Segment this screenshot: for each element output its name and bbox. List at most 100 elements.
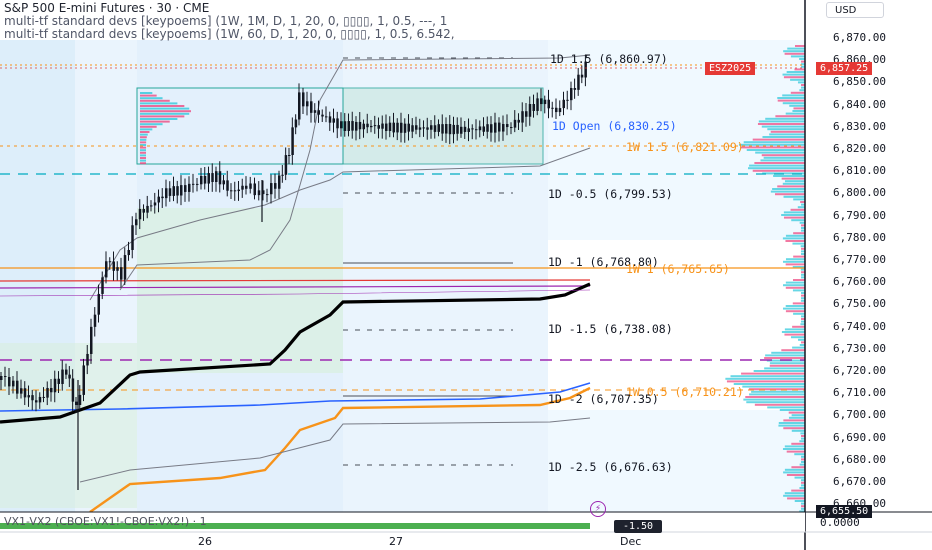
volume-profile-bar [783, 216, 805, 219]
candle-body [456, 124, 459, 134]
candle-body [302, 92, 305, 107]
volume-profile-bar [140, 107, 190, 110]
candle-body [418, 127, 422, 130]
price-tick-label: 6,750.00 [833, 297, 886, 311]
volume-profile-bar [779, 409, 805, 411]
candle-body [433, 125, 437, 132]
candle-body [112, 261, 115, 271]
volume-profile-bar [794, 476, 805, 479]
volume-profile-bar [749, 164, 805, 167]
candle-body [288, 154, 291, 156]
volume-profile-bar [785, 286, 805, 289]
candle-body [172, 186, 175, 196]
volume-profile-bar [783, 419, 805, 422]
symbol-title[interactable]: S&P 500 E-mini Futures · 30 · CME [4, 1, 209, 15]
candle-body [521, 111, 524, 123]
candle-body [373, 125, 377, 127]
volume-profile-bar [784, 492, 805, 495]
candle-body [241, 185, 244, 190]
volume-profile-bar [765, 117, 805, 120]
candle-body [558, 108, 562, 113]
volume-profile-bar [747, 167, 805, 170]
candle-body [478, 126, 482, 131]
volume-profile-bar [771, 351, 805, 354]
subpane-value-tag: -1.50 [614, 520, 662, 533]
candle-body [298, 92, 301, 120]
volume-profile-bar [794, 45, 805, 47]
volume-profile-bar [799, 89, 805, 92]
candle-body [93, 314, 97, 327]
candle-body [150, 205, 153, 207]
candle-body [35, 400, 38, 403]
volume-profile-bar [140, 112, 190, 115]
volume-profile-bar [783, 494, 805, 497]
volume-profile-bar [786, 474, 805, 476]
price-tick-label: 6,820.00 [833, 142, 886, 155]
price-tick-label: 6,690.00 [833, 430, 886, 444]
subpane-label[interactable]: VX1-VX2 (CBOE:VX1!-CBOE:VX2!) · 1 [4, 515, 207, 528]
candle-body [120, 267, 123, 280]
volume-profile-bar [785, 240, 805, 242]
candle-body [207, 173, 210, 184]
volume-profile-bar [140, 120, 170, 123]
candle-body [294, 119, 298, 128]
volume-profile-bar [791, 489, 805, 492]
volume-profile-bar [751, 390, 805, 393]
volume-profile-bar [797, 206, 805, 209]
candle-body [336, 118, 339, 129]
price-tick-label: 6,670.00 [833, 475, 886, 488]
candle-body [577, 74, 580, 90]
candle-body [566, 99, 569, 101]
level-label: 1D 1.5 (6,860.97) [550, 52, 668, 66]
volume-profile-bar [782, 448, 805, 450]
volume-profile-bar [784, 468, 805, 471]
candle-body [97, 293, 100, 315]
volume-profile-bar [781, 214, 805, 216]
volume-profile-bar [140, 162, 146, 165]
candle-body [57, 378, 60, 384]
candle-body [71, 378, 75, 402]
lightning-icon[interactable]: ⚡ [590, 501, 606, 517]
currency-selector[interactable]: USD [826, 2, 884, 18]
volume-profile-bar [741, 372, 805, 375]
price-chart[interactable] [0, 0, 932, 550]
volume-profile-bar [140, 138, 147, 141]
volume-profile-bar [792, 302, 805, 305]
candle-body [135, 219, 138, 226]
time-label-26: 26 [198, 535, 212, 548]
volume-profile-bar [777, 185, 805, 188]
candle-body [203, 175, 207, 184]
volume-profile-bar [793, 255, 805, 258]
candle-body [257, 190, 261, 196]
volume-profile-bar [785, 310, 805, 313]
volume-profile-bar [791, 429, 805, 432]
indicator-label-1[interactable]: multi-tf standard devs [keypoems] (1W, 1… [4, 14, 447, 28]
volume-profile-bar [777, 99, 805, 102]
volume-profile-bar [799, 463, 805, 466]
volume-profile-bar [772, 188, 805, 190]
volume-profile-bar [767, 128, 805, 131]
candle-body [358, 121, 362, 130]
candle-body [555, 107, 558, 113]
candle-body [396, 122, 399, 133]
last-price-tag: 6,857.25 [816, 62, 873, 75]
candle-body [452, 124, 455, 135]
volume-profile-bar [783, 471, 805, 474]
candle-body [347, 121, 350, 131]
volume-profile-bar [790, 336, 805, 339]
candle-body [513, 119, 517, 128]
volume-profile-bar [783, 211, 805, 214]
volume-profile-bar [782, 260, 805, 263]
candle-body [16, 380, 19, 394]
volume-profile-bar [782, 94, 805, 97]
indicator-label-2[interactable]: multi-tf standard devs [keypoems] (1W, 6… [4, 27, 455, 41]
candle-body [274, 183, 277, 189]
candle-body [547, 99, 550, 109]
candle-body [176, 186, 179, 196]
volume-profile-bar [782, 307, 805, 310]
level-label: 1D -2.5 (6,676.63) [548, 460, 673, 474]
volume-profile-bar [764, 357, 805, 359]
candle-body [377, 125, 380, 129]
candle-body [506, 124, 509, 128]
volume-profile-bar [742, 385, 805, 388]
